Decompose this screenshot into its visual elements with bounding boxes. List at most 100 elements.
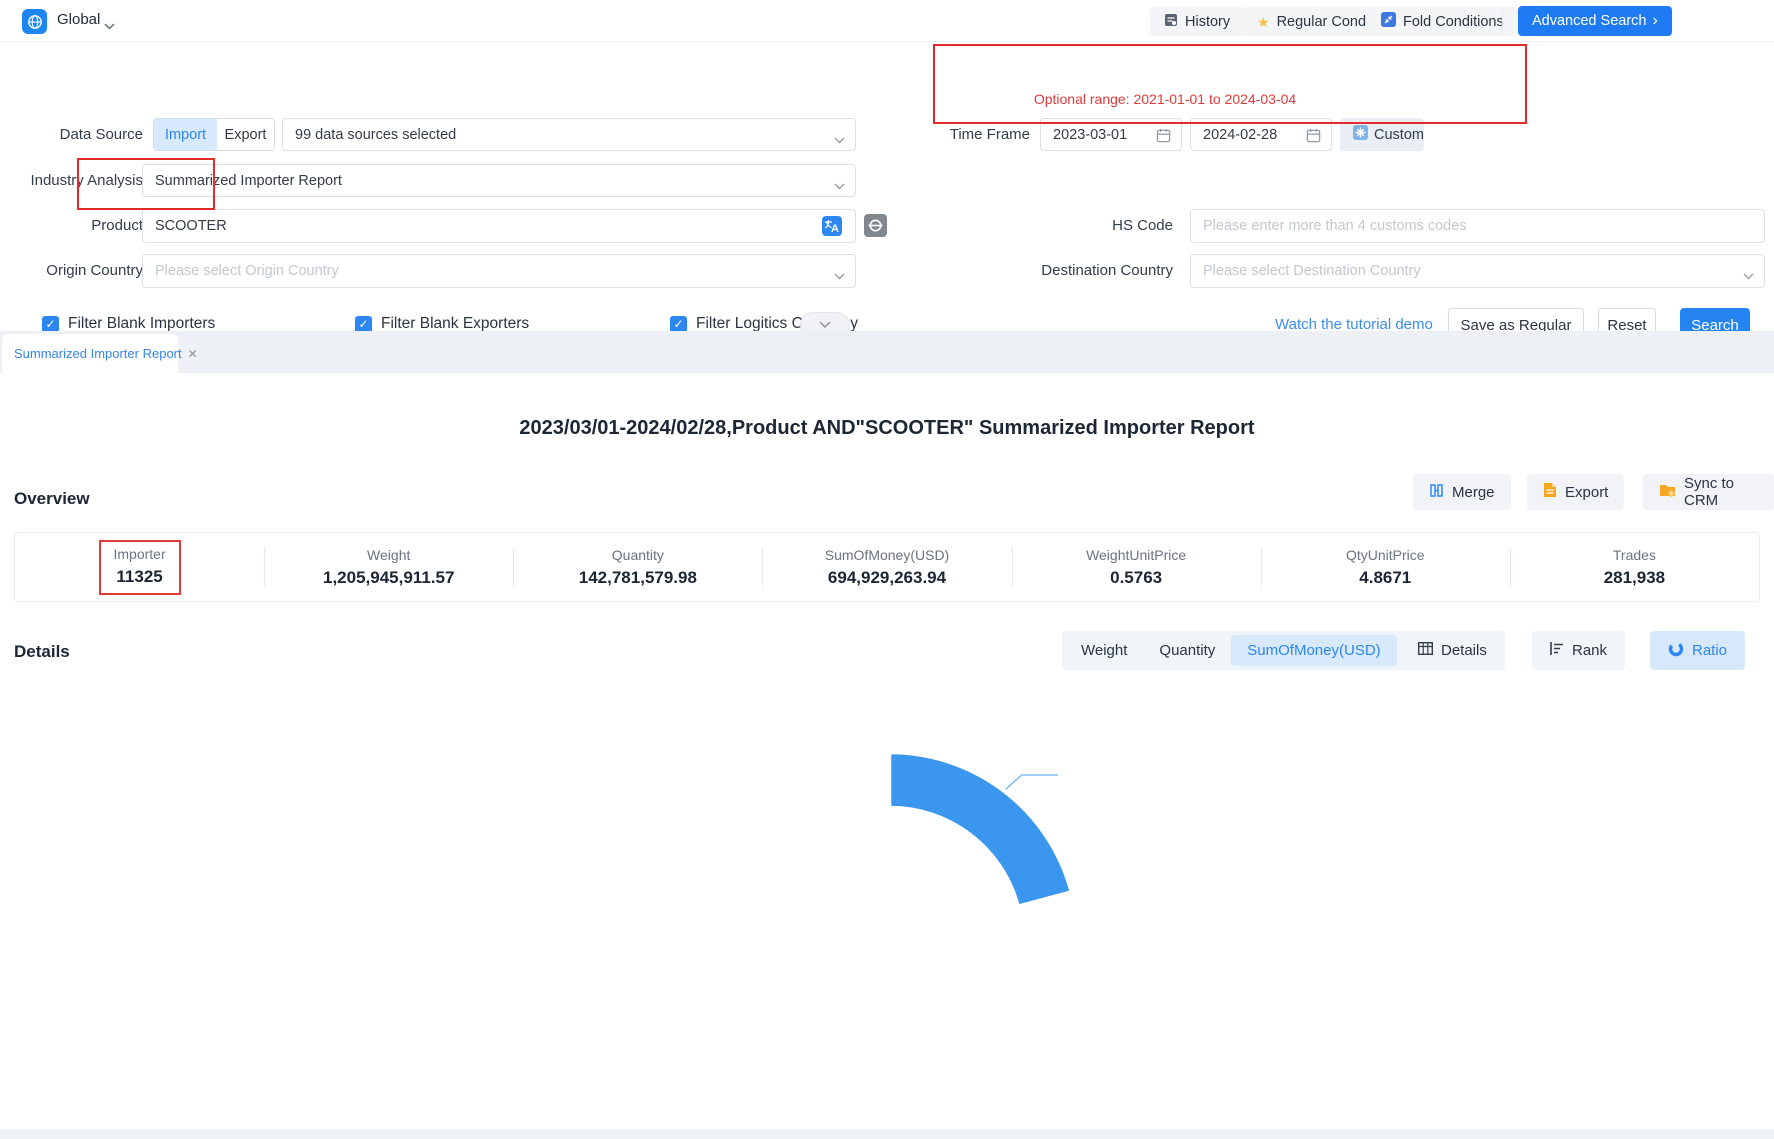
stat-value: 142,781,579.98 — [579, 568, 697, 588]
stat-qty-unit-price: QtyUnitPrice 4.8671 — [1261, 533, 1510, 601]
fold-conditions-label: Fold Conditions — [1403, 14, 1504, 30]
stat-value: 281,938 — [1604, 568, 1665, 588]
hs-code-placeholder: Please enter more than 4 customs codes — [1203, 218, 1467, 234]
stat-label: Weight — [367, 547, 410, 563]
ratio-donut-icon — [1668, 641, 1684, 661]
annotation-box-importer: Importer 11325 — [99, 540, 181, 595]
fold-conditions-button[interactable]: Fold Conditions — [1367, 7, 1518, 36]
destination-country-select[interactable]: Please select Destination Country — [1190, 254, 1765, 288]
tab-summarized-importer-report[interactable]: Summarized Importer Report ✕ — [2, 334, 178, 373]
bottom-divider-bar — [0, 1130, 1774, 1139]
industry-analysis-label: Industry Analysis — [0, 164, 143, 197]
annotation-box-time-frame — [933, 44, 1527, 124]
custom-icon — [1353, 125, 1368, 144]
stat-sum-of-money: SumOfMoney(USD) 694,929,263.94 — [762, 533, 1011, 601]
hs-code-label: HS Code — [930, 209, 1173, 242]
time-start-value: 2023-03-01 — [1053, 127, 1127, 143]
export-file-icon — [1543, 482, 1557, 502]
stat-value: 1,205,945,911.57 — [323, 568, 454, 588]
stat-value: 11325 — [116, 567, 162, 587]
origin-country-select[interactable]: Please select Origin Country — [142, 254, 856, 288]
chevron-down-icon — [1743, 268, 1754, 284]
stat-weight: Weight 1,205,945,911.57 — [264, 533, 513, 601]
arrow-right-icon: › — [1652, 13, 1657, 29]
pie-label-line — [1006, 775, 1058, 789]
crm-folder-icon — [1659, 483, 1676, 502]
view-details-label: Details — [1441, 642, 1487, 659]
table-icon — [1418, 642, 1433, 659]
time-frame-label: Time Frame — [880, 118, 1030, 151]
merge-icon — [1429, 483, 1444, 502]
checkbox-checked-icon: ✓ — [355, 316, 372, 333]
history-label: History — [1185, 14, 1230, 30]
origin-country-label: Origin Country — [0, 254, 143, 287]
time-end-value: 2024-02-28 — [1203, 127, 1277, 143]
stat-label: Quantity — [612, 547, 664, 563]
checkbox-checked-icon: ✓ — [42, 316, 59, 333]
stat-label: SumOfMoney(USD) — [825, 547, 949, 563]
export-tab[interactable]: Export — [217, 119, 274, 150]
top-bar: Global History ★ Regular Cond. Fold Cond… — [0, 0, 1774, 42]
view-rank-label: Rank — [1572, 642, 1607, 659]
origin-country-placeholder: Please select Origin Country — [155, 263, 339, 279]
calendar-icon — [1156, 128, 1171, 147]
chevron-down-icon[interactable] — [104, 17, 115, 35]
stat-quantity: Quantity 142,781,579.98 — [513, 533, 762, 601]
stat-label: Importer — [114, 546, 166, 562]
chevron-down-icon — [834, 178, 845, 194]
details-heading: Details — [14, 642, 70, 662]
product-input[interactable]: SCOOTER — [142, 209, 856, 243]
regular-cond-button[interactable]: ★ Regular Cond. — [1243, 7, 1384, 36]
exclude-search-icon[interactable] — [864, 214, 887, 237]
advanced-search-button[interactable]: Advanced Search › — [1518, 6, 1672, 36]
overview-heading: Overview — [14, 489, 90, 509]
view-ratio-label: Ratio — [1692, 642, 1727, 659]
custom-range-button[interactable]: Custom — [1340, 118, 1424, 151]
time-start-input[interactable]: 2023-03-01 — [1040, 118, 1182, 151]
brand-globe-icon — [22, 9, 47, 34]
stat-value: 694,929,263.94 — [828, 568, 946, 588]
industry-analysis-select[interactable]: Summarized Importer Report — [142, 164, 856, 197]
custom-label: Custom — [1374, 127, 1424, 143]
sync-to-crm-label: Sync to CRM — [1684, 475, 1758, 509]
stat-label: Trades — [1613, 547, 1656, 563]
stat-label: QtyUnitPrice — [1346, 547, 1425, 563]
merge-button[interactable]: Merge — [1413, 474, 1511, 510]
tab-strip: Summarized Importer Report ✕ — [0, 331, 1774, 373]
stat-trades: Trades 281,938 — [1510, 533, 1759, 601]
optional-range-note: Optional range: 2021-01-01 to 2024-03-04 — [1000, 91, 1330, 107]
stat-value: 0.5763 — [1110, 568, 1162, 588]
advanced-search-label: Advanced Search — [1532, 13, 1646, 29]
chevron-down-icon — [834, 268, 845, 284]
industry-analysis-value: Summarized Importer Report — [155, 173, 342, 189]
region-label: Global — [57, 11, 100, 28]
regular-cond-label: Regular Cond. — [1277, 14, 1371, 30]
import-tab[interactable]: Import — [154, 119, 217, 150]
data-sources-value: 99 data sources selected — [295, 127, 456, 143]
stat-weight-unit-price: WeightUnitPrice 0.5763 — [1012, 533, 1261, 601]
history-icon — [1164, 13, 1178, 31]
data-sources-select[interactable]: 99 data sources selected — [282, 118, 856, 151]
history-button[interactable]: History — [1150, 7, 1244, 36]
sync-to-crm-button[interactable]: Sync to CRM — [1643, 474, 1774, 510]
translate-icon[interactable]: A — [822, 216, 842, 236]
report-title: 2023/03/01-2024/02/28,Product AND"SCOOTE… — [0, 417, 1774, 440]
pie-slice-0[interactable] — [890, 753, 1071, 906]
chevron-down-icon — [834, 132, 845, 148]
header-divider — [1502, 10, 1503, 32]
close-icon[interactable]: ✕ — [188, 347, 198, 361]
overview-stats-card: Importer 11325 Weight 1,205,945,911.57 Q… — [14, 532, 1760, 602]
export-button[interactable]: Export — [1527, 474, 1624, 510]
tab-label: Summarized Importer Report — [14, 346, 182, 361]
ratio-pie-chart[interactable] — [0, 660, 1774, 1130]
hs-code-input[interactable]: Please enter more than 4 customs codes — [1190, 209, 1765, 243]
product-label: Product — [0, 209, 143, 242]
star-icon: ★ — [1257, 15, 1270, 29]
data-source-label: Data Source — [0, 118, 143, 151]
stat-importer: Importer 11325 — [15, 533, 264, 601]
time-end-input[interactable]: 2024-02-28 — [1190, 118, 1332, 151]
svg-text:A: A — [831, 223, 839, 235]
product-value: SCOOTER — [155, 218, 227, 234]
region-selector[interactable]: Global — [57, 11, 100, 28]
checkbox-checked-icon: ✓ — [670, 316, 687, 333]
